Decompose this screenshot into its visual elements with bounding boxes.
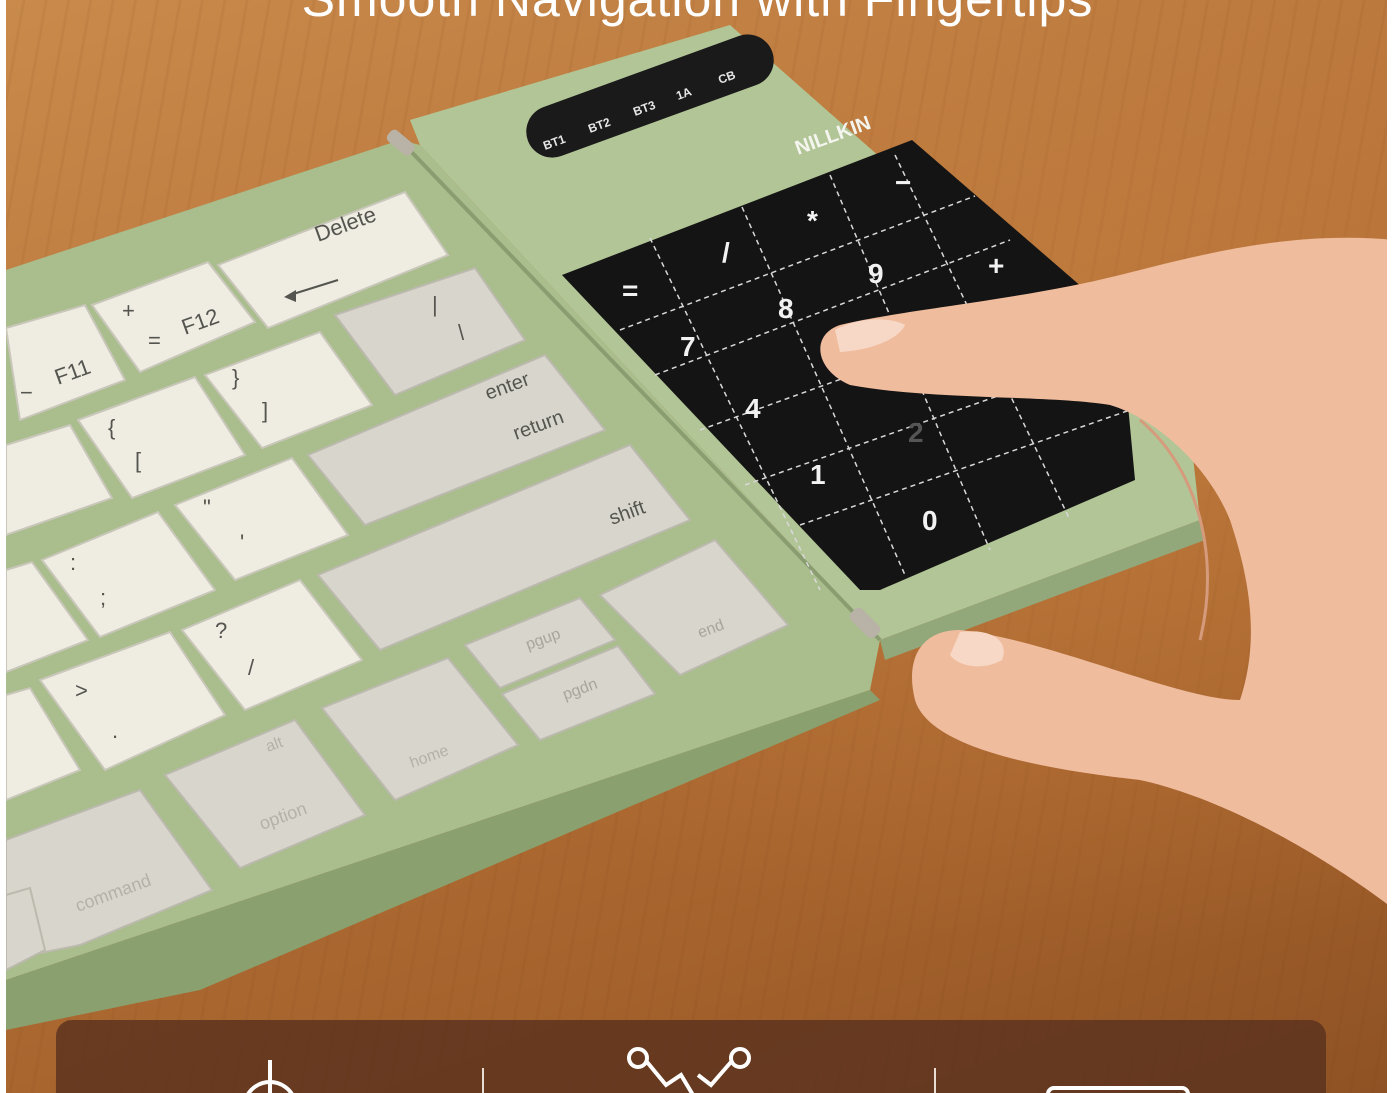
numpad-key-multiply: * [807, 205, 818, 236]
numpad-key-9: 9 [868, 258, 884, 289]
key-equals: = [148, 328, 161, 353]
key-quote: " [203, 495, 211, 520]
key-plus: + [122, 298, 135, 323]
key-slash: / [248, 655, 255, 680]
numpad-key-0: 0 [922, 505, 938, 536]
product-photo: Smooth Navigation with Fingertips BT1 BT… [0, 0, 1395, 1093]
key-question: ? [215, 618, 227, 643]
key-greater: > [75, 678, 88, 703]
key-apostrophe: ' [240, 530, 244, 555]
numpad-key-equals: = [622, 275, 638, 306]
key-period: . [112, 718, 118, 743]
numpad-key-7: 7 [680, 331, 696, 362]
numpad-key-minus: − [895, 167, 911, 198]
numpad-key-divide: / [722, 237, 730, 268]
feature-icons [246, 1047, 1190, 1093]
key-backslash: \ [458, 320, 465, 345]
numpad-key-8: 8 [778, 293, 794, 324]
numpad-key-4: 4 [745, 393, 761, 424]
key-brace-close: } [232, 365, 239, 390]
right-margin [1387, 0, 1395, 1093]
network-icon [627, 1047, 751, 1093]
key-semicolon: ; [100, 585, 106, 610]
left-margin [0, 0, 6, 1093]
keyboard-illustration: BT1 BT2 BT3 1A CB NILLKIN = / * − 9 + 8 … [4, 25, 1395, 1030]
key-pipe: | [432, 292, 438, 317]
feature-divider-2 [934, 1068, 936, 1093]
feature-bar [56, 1020, 1326, 1093]
power-icon [246, 1060, 294, 1093]
key-brace-open: { [108, 415, 115, 440]
key-colon: : [70, 550, 76, 575]
key-minus: − [20, 380, 33, 405]
numpad-key-1: 1 [810, 459, 826, 490]
numpad-key-plus: + [988, 250, 1004, 281]
battery-icon [1046, 1086, 1190, 1093]
key-bracket-open: [ [135, 448, 141, 473]
feature-divider-1 [482, 1068, 484, 1093]
key-bracket-close: ] [262, 398, 268, 423]
numpad-key-2: 2 [908, 417, 924, 448]
